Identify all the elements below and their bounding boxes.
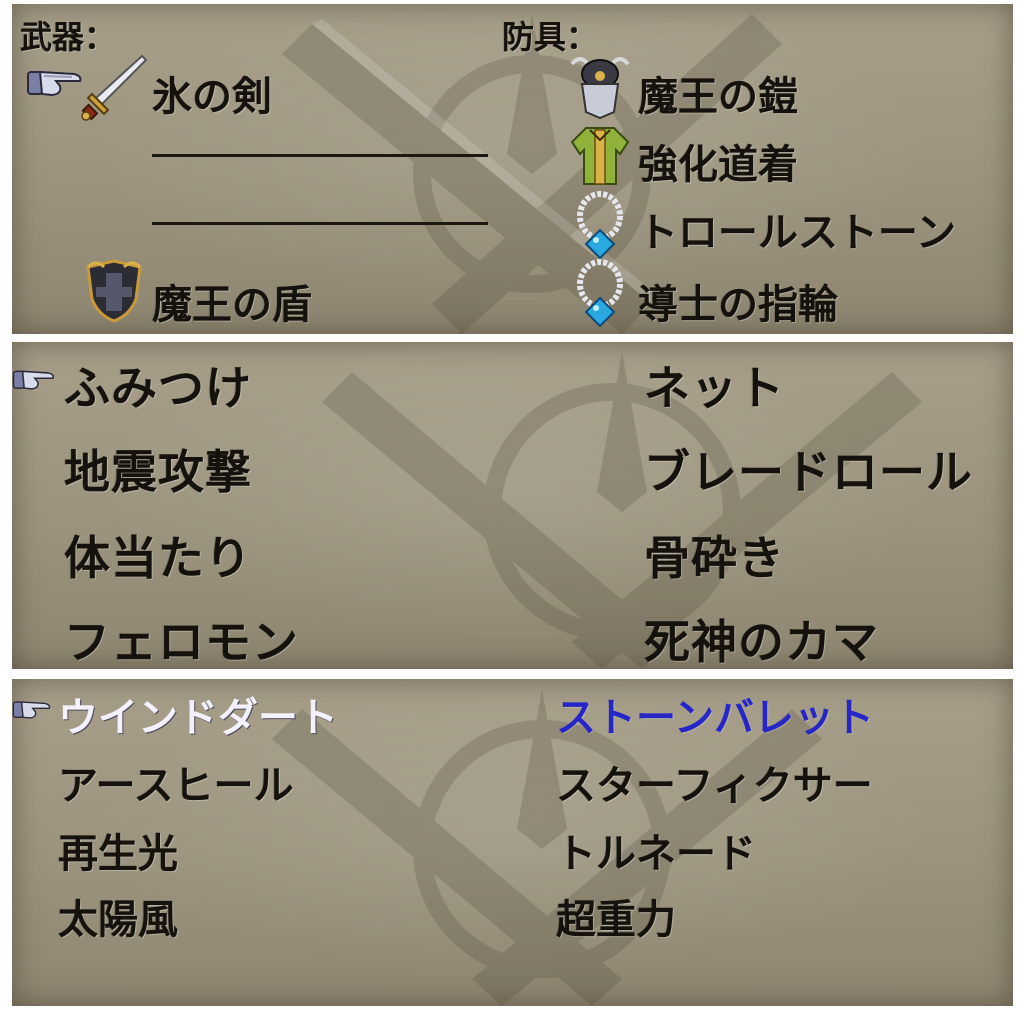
spell-left-4[interactable]: 太陽風 <box>58 887 178 945</box>
armor-slot-1[interactable]: 魔王の鎧 <box>638 64 798 122</box>
spells-panel: ウインドダート アースヒール 再生光 太陽風 ストーンバレット スターフィクサー… <box>12 679 1013 1006</box>
necklace-icon <box>577 191 623 260</box>
spell-right-4[interactable]: 超重力 <box>556 887 676 945</box>
skill-left-1[interactable]: ふみつけ <box>64 352 252 418</box>
spell-left-3[interactable]: 再生光 <box>58 821 178 879</box>
skill-right-3[interactable]: 骨砕き <box>644 522 785 588</box>
pointing-hand-cursor-icon <box>12 701 51 719</box>
armor-slot-3[interactable]: トロールストーン <box>638 200 956 258</box>
spell-left-2[interactable]: アースヒール <box>58 753 294 811</box>
armor-slot-4[interactable]: 導士の指輪 <box>638 272 838 330</box>
weapon-slot-4[interactable]: 魔王の盾 <box>152 272 312 330</box>
armor-label: 防具： <box>502 18 599 56</box>
pointing-hand-cursor-icon <box>12 370 55 390</box>
skill-right-4[interactable]: 死神のカマ <box>644 606 879 669</box>
weapon-slot-2-empty[interactable] <box>152 154 488 157</box>
weapon-slot-3-empty[interactable] <box>152 222 488 225</box>
spell-right-3[interactable]: トルネード <box>556 821 756 879</box>
spell-right-2[interactable]: スターフィクサー <box>556 753 873 811</box>
skill-right-1[interactable]: ネット <box>644 352 785 418</box>
weapon-slot-1[interactable]: 氷の剣 <box>152 64 272 122</box>
skill-left-4[interactable]: フェロモン <box>64 606 299 669</box>
necklace-icon <box>577 259 623 328</box>
skill-right-2[interactable]: ブレードロール <box>644 436 973 502</box>
armor-slot-2[interactable]: 強化道着 <box>638 132 798 190</box>
spell-right-1-highlighted[interactable]: ストーンバレット <box>556 685 874 743</box>
pointing-hand-cursor-icon <box>27 70 82 97</box>
armor-icon <box>570 57 630 120</box>
skill-left-2[interactable]: 地震攻撃 <box>64 436 252 502</box>
skill-left-3[interactable]: 体当たり <box>64 522 252 588</box>
shield-icon <box>86 259 142 323</box>
skills-panel: ふみつけ 地震攻撃 体当たり フェロモン ネット ブレードロール 骨砕き 死神の… <box>12 342 1013 669</box>
spell-left-1-selected[interactable]: ウインドダート <box>58 685 338 743</box>
robe-icon <box>570 127 630 185</box>
equipment-panel: 武器： 防具： 氷の剣 魔王の盾 魔王の鎧 強化道着 トロールストーン 導士の指… <box>12 4 1013 334</box>
sword-icon <box>81 54 148 121</box>
